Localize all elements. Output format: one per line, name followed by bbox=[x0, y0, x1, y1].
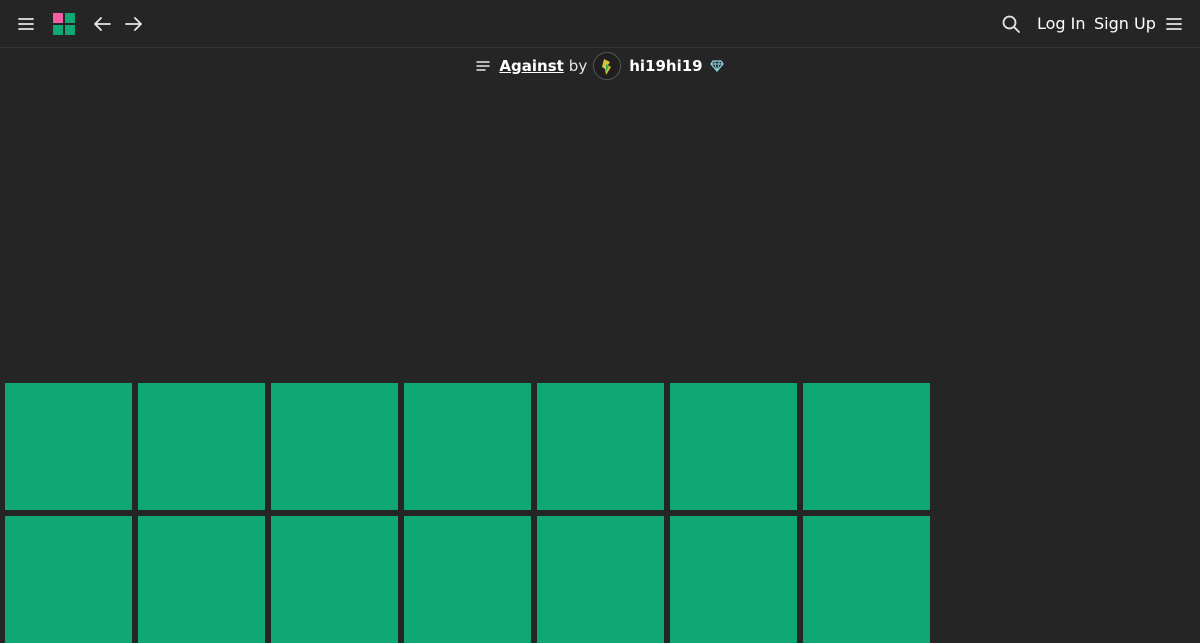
tile[interactable] bbox=[5, 516, 132, 643]
project-title-bar: Against by hi19hi19 bbox=[0, 52, 1200, 80]
hamburger-menu-icon[interactable] bbox=[1164, 14, 1184, 34]
tile[interactable] bbox=[404, 516, 531, 643]
diamond-icon bbox=[709, 60, 724, 72]
tiles-logo-icon[interactable] bbox=[53, 13, 75, 35]
login-link[interactable]: Log In bbox=[1037, 14, 1086, 34]
author-username[interactable]: hi19hi19 bbox=[629, 57, 702, 75]
tile[interactable] bbox=[5, 383, 132, 510]
tile[interactable] bbox=[670, 516, 797, 643]
avatar[interactable] bbox=[593, 52, 622, 80]
hamburger-menu-icon[interactable] bbox=[16, 14, 36, 34]
project-title[interactable]: Against bbox=[499, 57, 563, 75]
tile[interactable] bbox=[404, 383, 531, 510]
tile[interactable] bbox=[138, 516, 265, 643]
tile[interactable] bbox=[271, 516, 398, 643]
tile[interactable] bbox=[537, 516, 664, 643]
list-lines-icon[interactable] bbox=[476, 60, 491, 72]
arrow-right-icon[interactable] bbox=[123, 13, 145, 35]
tile[interactable] bbox=[138, 383, 265, 510]
signup-link[interactable]: Sign Up bbox=[1094, 14, 1156, 34]
search-icon[interactable] bbox=[1000, 13, 1022, 35]
top-navigation-bar: Log In Sign Up bbox=[0, 0, 1200, 48]
tile[interactable] bbox=[803, 516, 930, 643]
tile[interactable] bbox=[670, 383, 797, 510]
tile[interactable] bbox=[803, 383, 930, 510]
by-label: by bbox=[568, 57, 588, 75]
arrow-left-icon[interactable] bbox=[91, 13, 113, 35]
tile[interactable] bbox=[271, 383, 398, 510]
tile[interactable] bbox=[537, 383, 664, 510]
